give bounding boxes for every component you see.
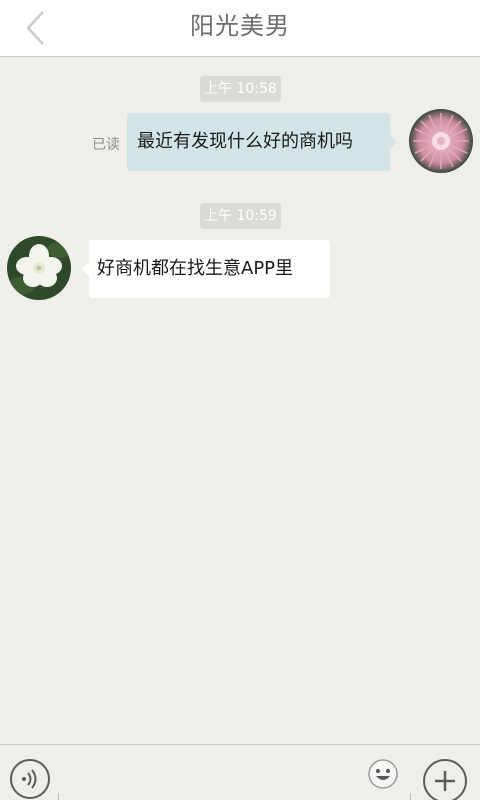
input-bar <box>0 744 480 800</box>
more-button[interactable] <box>423 759 467 800</box>
outgoing-message-bubble[interactable]: 最近有发现什么好的商机吗 <box>127 113 397 171</box>
voice-button[interactable] <box>10 759 50 799</box>
timestamp-chip: 上午 10:58 <box>200 76 281 102</box>
page-title: 阳光美男 <box>190 12 290 40</box>
message-input-field[interactable] <box>58 753 411 800</box>
contact-avatar[interactable] <box>7 236 71 300</box>
plus-icon <box>435 771 455 791</box>
input-border <box>410 793 411 800</box>
chevron-left-icon <box>26 11 44 45</box>
voice-icon <box>22 769 37 789</box>
chat-header: 阳光美男 <box>0 0 480 57</box>
pink-flower-avatar <box>409 109 473 173</box>
back-button[interactable] <box>20 8 50 48</box>
message-input[interactable] <box>64 757 364 797</box>
emoji-button[interactable] <box>367 758 399 790</box>
input-border <box>58 793 59 800</box>
incoming-message-bubble[interactable]: 好商机都在找生意APP里 <box>82 240 330 298</box>
emoji-icon <box>368 759 398 789</box>
read-status: 已读 <box>92 137 120 153</box>
timestamp-chip: 上午 10:59 <box>200 203 281 229</box>
white-flower-avatar <box>7 236 71 300</box>
my-avatar[interactable] <box>409 109 473 173</box>
